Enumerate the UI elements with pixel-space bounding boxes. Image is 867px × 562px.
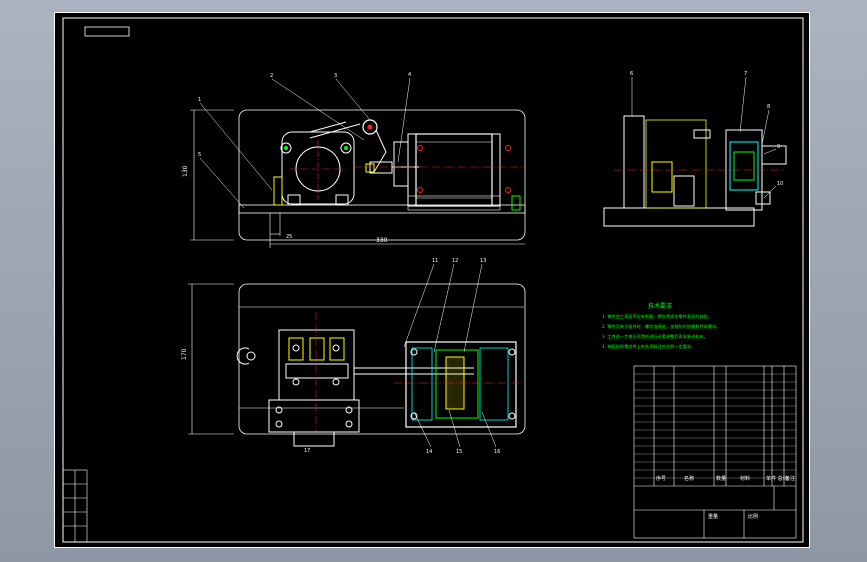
outer-border	[54, 12, 810, 548]
side-section-view	[603, 115, 787, 227]
balloon-6: 6	[630, 71, 633, 77]
balloon-5: 5	[198, 152, 201, 158]
balloon-8: 8	[767, 104, 770, 110]
cad-viewport: 130 330 170 25 1 2 3 4 5 6 7 8 9 10 11 1…	[0, 0, 867, 562]
side-strip	[62, 469, 88, 543]
balloon-14: 14	[426, 449, 432, 455]
balloon-7: 7	[744, 71, 747, 77]
leader-lines	[199, 76, 777, 448]
drawing-sheet: 130 330 170 25 1 2 3 4 5 6 7 8 9 10 11 1…	[54, 12, 810, 548]
header-remark: 备注	[785, 475, 795, 482]
balloon-2: 2	[270, 73, 273, 79]
balloon-17: 17	[304, 448, 310, 454]
balloon-16: 16	[494, 449, 500, 455]
balloon-4: 4	[408, 72, 411, 78]
balloon-labels: 1 2 3 4 5 6 7 8 9 10 11 12 13 14 15 16 1…	[198, 71, 783, 455]
balloon-13: 13	[480, 258, 486, 264]
balloon-9: 9	[777, 144, 780, 150]
note-line-2: 2. 零件及装于组件时，螺纹连接处，加装防松垫圈和并紧螺母。	[602, 323, 720, 330]
technical-notes: 技术要求 1. 零件加工表面不应有划痕、擦伤等损伤零件表面的缺陷。 2. 零件及…	[602, 302, 720, 350]
title-block	[633, 365, 797, 539]
header-name: 名称	[684, 475, 694, 482]
dim-length-front: 330	[376, 237, 388, 244]
balloon-10: 10	[777, 181, 783, 187]
label-weight: 重量	[708, 513, 718, 520]
label-scale: 比例	[748, 513, 758, 520]
header-qty: 数量	[716, 475, 726, 482]
balloon-12: 12	[452, 258, 458, 264]
balloon-11: 11	[432, 258, 438, 264]
notes-title: 技术要求	[648, 302, 672, 310]
balloon-1: 1	[198, 97, 201, 103]
balloon-15: 15	[456, 449, 462, 455]
dim-height-top: 170	[181, 348, 188, 360]
drawing-canvas: 130 330 170 25 1 2 3 4 5 6 7 8 9 10 11 1…	[54, 12, 810, 548]
balloon-3: 3	[334, 73, 337, 79]
dim-height-front: 130	[182, 165, 189, 177]
note-line-4: 4. 装配好的零部件上的各项标注应达到一定要求。	[602, 343, 695, 350]
dimension-labels: 130 330 170 25	[181, 165, 388, 360]
dim-small: 25	[286, 234, 292, 240]
note-line-3: 3. 工件进一步液压润滑剂进行必要调整后再安装进机床。	[602, 333, 708, 340]
drawing-number-box	[84, 26, 130, 37]
header-material: 材料	[740, 475, 750, 482]
header-seq: 序号	[656, 475, 666, 482]
top-view	[188, 283, 526, 447]
inner-frame	[62, 17, 804, 543]
front-view	[190, 109, 526, 248]
note-line-1: 1. 零件加工表面不应有划痕、擦伤等损伤零件表面的缺陷。	[602, 313, 712, 320]
